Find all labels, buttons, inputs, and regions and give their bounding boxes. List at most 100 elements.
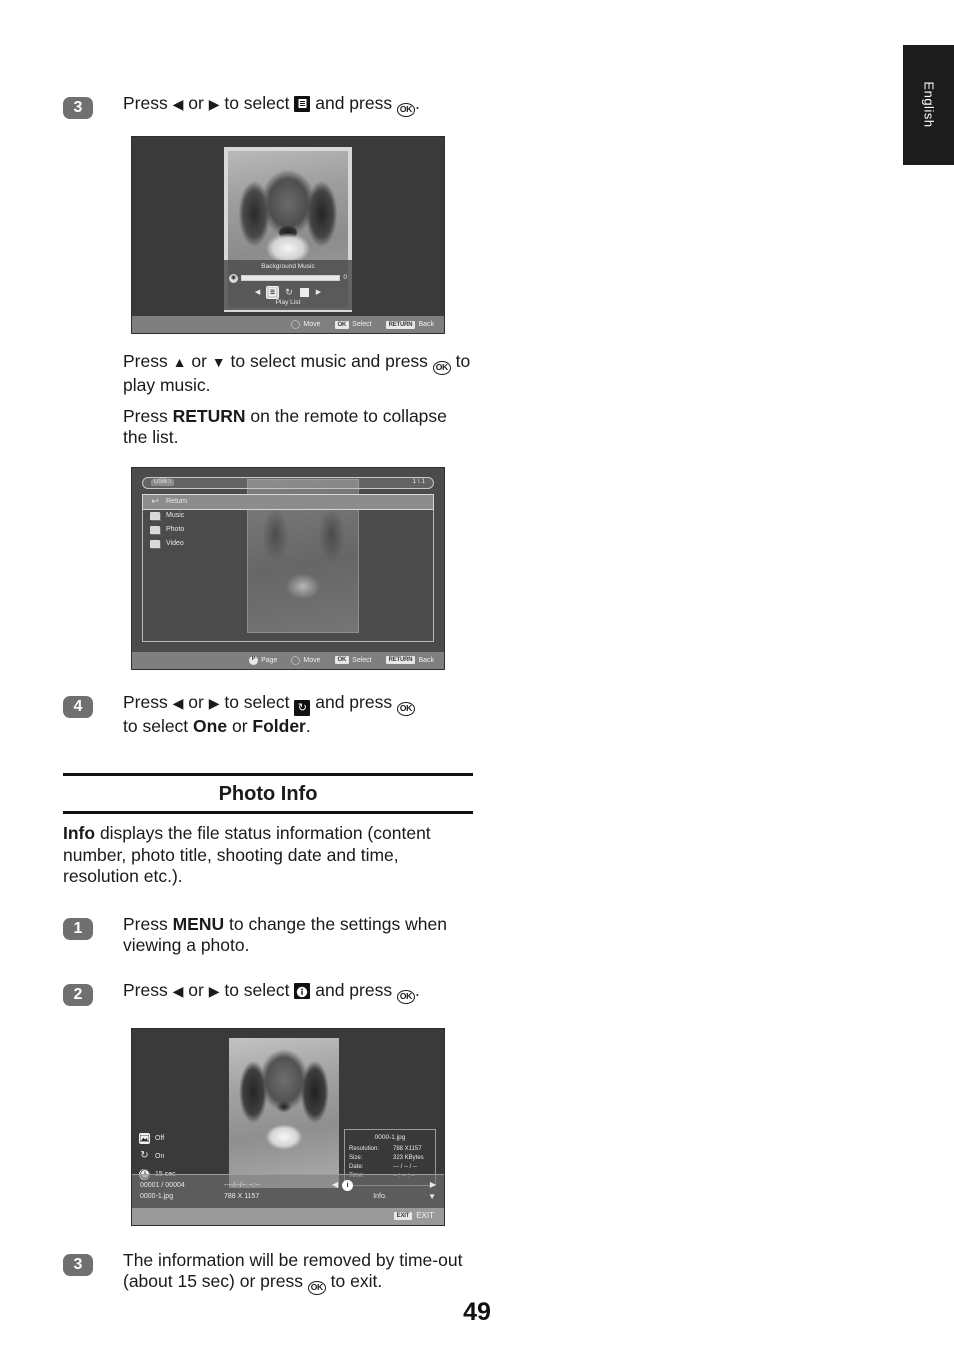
step-2-select-info: 2 Press ◀ or ▶ to select and press OK. [63,980,473,1006]
return-arrow-icon: ↩ [151,496,159,506]
text-fragment: Press [123,93,173,113]
background-music-title: Background Music [261,263,315,270]
info-icon [294,982,311,999]
content-count: 00001 / 00004 [140,1181,185,1189]
text-fragment: to select [219,93,295,113]
option-repeat[interactable]: ↻ On [139,1151,176,1162]
up-arrow-icon: ▲ [172,354,187,370]
info-value: --- / -- / -- [393,1163,417,1170]
table-row: Resolution: 788 X1157 [349,1145,431,1154]
background-music-controls: ◀ ↻ ▶ [224,285,352,299]
info-value: 323 KBytes [393,1154,424,1161]
status-row-top: 00001 / 00004 ----/--/-- --:-- ◀ i ▶ [140,1179,436,1191]
prev-arrow-icon[interactable]: ◀ [332,1181,338,1189]
usb-path-label: USB:\ [151,479,174,486]
info-file-name: 0000-1.jpg [374,1133,406,1141]
info-keyword: Info [63,823,96,843]
ok-key-icon: OK [334,656,350,664]
left-arrow-icon: ◀ [172,694,184,711]
playlist-icon[interactable] [266,285,280,299]
option-label: On [155,1152,165,1160]
exit-key-icon: EXIT [393,1212,413,1220]
text-fragment: Press [123,913,173,934]
text-fragment: or [183,979,209,1000]
dpad-icon [291,320,301,329]
table-row: Size: 323 KBytes [349,1154,431,1163]
status-info-label: Info. [373,1193,387,1200]
option-slideshow[interactable]: Off [139,1132,176,1144]
list-item-return[interactable]: ↩ Return [142,493,434,510]
list-item-photo[interactable]: Photo [143,523,433,537]
text-fragment: to exit. [325,1271,383,1291]
hint-label: Move [303,321,321,328]
text-fragment: Press [123,979,173,1000]
text-fragment: . [414,979,420,1000]
section-body-text: Info displays the file status informatio… [63,823,473,888]
hint-back: RETURN Back [385,656,434,664]
info-key: Date: [349,1163,364,1170]
page-number: 49 [463,1298,491,1326]
photo-status-strip: 00001 / 00004 ----/--/-- --:-- ◀ i ▶ 000… [132,1173,444,1208]
step-number-badge: 3 [63,1253,93,1276]
stop-icon[interactable] [299,287,309,297]
screenshot-usb-browser: USB:\ 1 \ 1 ↩ Return Music Photo Video P… [131,466,445,670]
text-fragment: Press [123,405,173,426]
left-arrow-icon: ◀ [172,96,184,112]
step-number-badge: 2 [63,983,93,1006]
page-content: 3 Press ◀ or ▶ to select and press OK. B… [63,0,473,1295]
repeat-icon: ↻ [294,699,311,716]
menu-keyword: MENU [172,913,225,934]
hint-label: Move [303,656,321,664]
speaker-icon: ◉ [229,273,238,283]
text-fragment: to select [219,691,295,712]
step-text: Press ◀ or ▶ to select ↻ and press OK to … [123,692,415,738]
volume-slider-row[interactable]: ◉ 0 [224,273,352,283]
list-item-video[interactable]: Video [143,537,433,551]
usb-file-list: ↩ Return Music Photo Video [142,493,434,642]
repeat-icon[interactable]: ↻ [285,287,293,297]
prev-arrow-icon[interactable]: ◀ [255,289,260,296]
step-text: The information will be removed by time-… [123,1249,473,1295]
hint-bar: Move OK Select RETURN Back [132,316,444,333]
play-list-label: Play List [275,298,301,306]
text-fragment: . [414,93,420,113]
text-fragment: or [183,93,209,113]
next-arrow-icon[interactable]: ▶ [430,1181,436,1189]
text-fragment: and press [310,93,397,113]
list-item-music[interactable]: Music [143,509,433,523]
slideshow-options: Off ↻ On 15 sec [139,1132,176,1180]
option-label: Off [155,1134,165,1142]
folder-icon [150,511,160,520]
info-key: Resolution: [349,1145,380,1152]
text-fragment: . [305,715,311,736]
language-tab: English [903,45,954,165]
step-text: Press ◀ or ▶ to select and press OK. [123,980,420,1004]
hint-label: Select [352,656,372,664]
step-number-badge: 3 [63,97,93,119]
text-fragment: to select [123,715,194,736]
text-fragment: displays the file status information (co… [63,823,431,886]
note-select-music: Press ▲ or ▼ to select music and press O… [123,351,473,397]
status-row-bottom: 0000-1.jpg 788 X 1157 Info. ▼ [140,1192,436,1201]
info-icon[interactable]: i [342,1179,354,1191]
text-fragment: or [183,691,209,712]
hint-select: OK Select [334,320,372,329]
text-fragment: and press [310,691,397,712]
right-arrow-icon: ▶ [208,982,220,999]
step-1-press-menu: 1 Press MENU to change the settings when… [63,914,473,957]
right-arrow-icon: ▶ [208,694,220,711]
text-fragment: and press [310,979,397,1000]
text-fragment: The information will be removed by time-… [123,1249,463,1292]
dpad-icon [291,655,301,665]
ok-key-icon: OK [396,989,415,1004]
down-arrow-icon[interactable]: ▼ [428,1192,436,1201]
volume-track[interactable] [241,275,341,281]
next-arrow-icon[interactable]: ▶ [316,289,321,296]
info-value: 788 X1157 [393,1145,422,1152]
return-key-icon: RETURN [385,320,416,329]
ok-key-icon: OK [396,701,415,716]
text-fragment: or [227,715,253,736]
usb-page-indicator: 1 \ 1 [412,478,425,486]
folder-icon [150,539,160,548]
background-music-panel: Background Music ◉ 0 ◀ ↻ ▶ Play List [224,260,352,310]
